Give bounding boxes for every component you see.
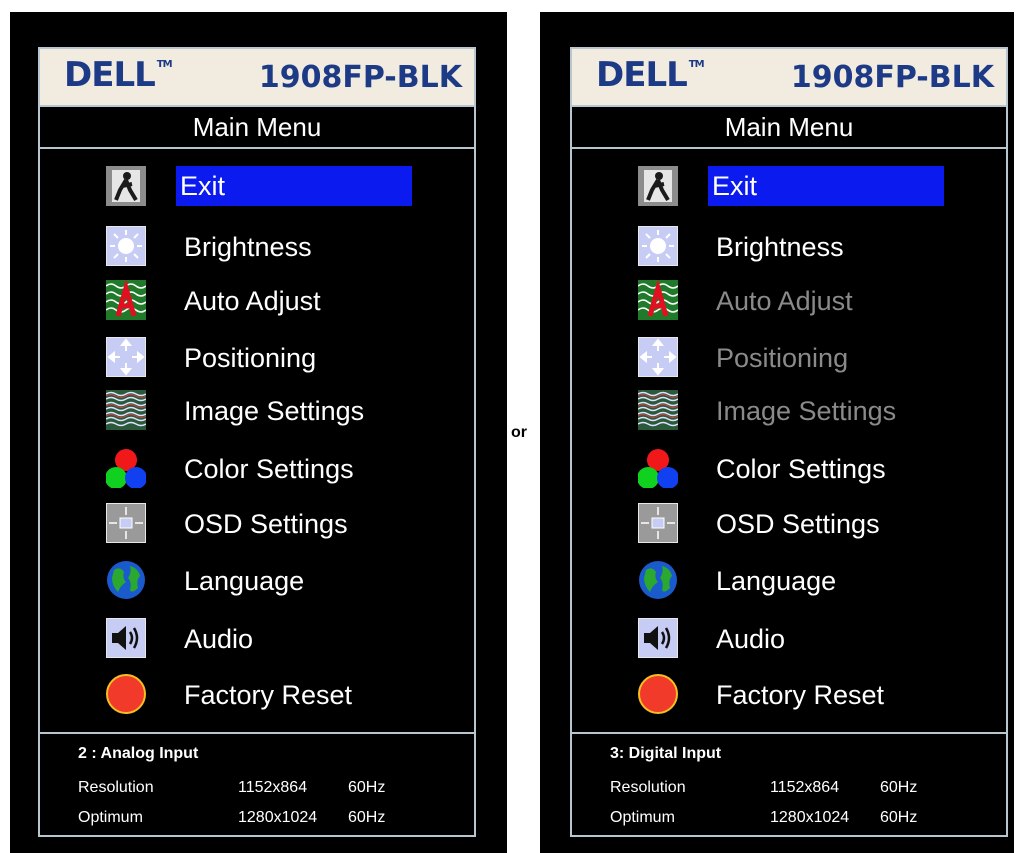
resolution-value: 1152x864	[238, 779, 308, 796]
menu-item-label: Audio	[716, 624, 786, 654]
osd-settings-icon	[106, 503, 146, 543]
input-source-label: 2 : Analog Input	[78, 745, 199, 762]
menu-item-label: Language	[716, 566, 837, 596]
resolution-hz: 60Hz	[880, 779, 918, 796]
menu-item-label: Exit	[176, 166, 412, 206]
menu-item-image-settings[interactable]: Image Settings	[106, 388, 416, 434]
factory-reset-icon	[106, 674, 146, 714]
menu-item-positioning[interactable]: Positioning	[106, 335, 416, 381]
osd-settings-icon	[638, 503, 678, 543]
menu-item-label: OSD Settings	[184, 509, 348, 539]
menu-item-language[interactable]: Language	[638, 558, 948, 604]
menu-item-audio[interactable]: Audio	[106, 616, 416, 662]
menu-item-label: Brightness	[716, 232, 844, 262]
osd-panel-digital: DELL TM 1908FP-BLK Main Menu Exit Brightn…	[540, 12, 1014, 853]
menu-item-color-settings[interactable]: Color Settings	[106, 446, 416, 492]
menu-item-label: Auto Adjust	[184, 286, 321, 316]
menu-item-label: Color Settings	[716, 454, 886, 484]
optimum-label: Optimum	[610, 809, 675, 826]
menu-item-label: Image Settings	[184, 396, 365, 426]
positioning-icon	[638, 337, 678, 377]
image-settings-icon	[638, 390, 678, 430]
exit-icon	[638, 166, 678, 206]
or-separator: or	[511, 424, 527, 441]
menu-item-label: Color Settings	[184, 454, 354, 484]
model-name: 1908FP-BLK	[258, 60, 462, 95]
resolution-row: Resolution 1152x864 60Hz	[78, 779, 385, 797]
optimum-hz: 60Hz	[880, 809, 918, 826]
osd-window: DELL TM 1908FP-BLK Main Menu Exit Brightn…	[38, 47, 476, 837]
resolution-row: Resolution 1152x864 60Hz	[610, 779, 917, 797]
menu-item-label: Image Settings	[716, 396, 897, 426]
input-info: 2 : Analog Input Resolution 1152x864 60H…	[40, 735, 474, 835]
resolution-label: Resolution	[78, 779, 154, 796]
menu-item-positioning: Positioning	[638, 335, 948, 381]
auto-adjust-icon	[106, 280, 146, 320]
menu-item-label: Brightness	[184, 232, 312, 262]
resolution-value: 1152x864	[770, 779, 840, 796]
optimum-row: Optimum 1280x1024 60Hz	[610, 809, 917, 827]
osd-header: DELL TM 1908FP-BLK	[40, 49, 474, 107]
menu-item-audio[interactable]: Audio	[638, 616, 948, 662]
menu-item-color-settings[interactable]: Color Settings	[638, 446, 948, 492]
menu-item-image-settings: Image Settings	[638, 388, 948, 434]
menu-title: Main Menu	[40, 107, 474, 149]
menu-item-exit[interactable]: Exit	[106, 164, 416, 210]
color-settings-icon	[638, 449, 678, 488]
speaker-icon	[106, 618, 146, 658]
auto-adjust-icon	[638, 280, 678, 320]
globe-icon	[639, 561, 677, 599]
resolution-label: Resolution	[610, 779, 686, 796]
menu-item-auto-adjust: Auto Adjust	[638, 278, 948, 324]
brightness-icon	[638, 226, 678, 266]
optimum-row: Optimum 1280x1024 60Hz	[78, 809, 385, 827]
menu-item-label: Factory Reset	[184, 680, 353, 710]
resolution-hz: 60Hz	[348, 779, 386, 796]
color-settings-icon	[106, 449, 146, 488]
menu-item-label: Factory Reset	[716, 680, 885, 710]
positioning-icon	[106, 337, 146, 377]
brightness-icon	[106, 226, 146, 266]
menu-item-exit[interactable]: Exit	[638, 164, 948, 210]
input-source-label: 3: Digital Input	[610, 745, 722, 762]
main-menu: Exit Brightness Auto Adjust Positioning …	[572, 150, 1006, 734]
factory-reset-icon	[638, 674, 678, 714]
dell-logo: DELL TM	[596, 55, 705, 95]
globe-icon	[107, 561, 145, 599]
menu-item-osd-settings[interactable]: OSD Settings	[106, 501, 416, 547]
optimum-hz: 60Hz	[348, 809, 386, 826]
menu-title: Main Menu	[572, 107, 1006, 149]
menu-item-factory-reset[interactable]: Factory Reset	[638, 672, 948, 718]
menu-item-label: Language	[184, 566, 305, 596]
input-info: 3: Digital Input Resolution 1152x864 60H…	[572, 735, 1006, 835]
menu-item-label: Exit	[708, 166, 944, 206]
image-settings-icon	[106, 390, 146, 430]
menu-item-osd-settings[interactable]: OSD Settings	[638, 501, 948, 547]
exit-icon	[106, 166, 146, 206]
menu-item-brightness[interactable]: Brightness	[106, 224, 416, 270]
menu-item-auto-adjust[interactable]: Auto Adjust	[106, 278, 416, 324]
optimum-value: 1280x1024	[770, 809, 850, 826]
osd-header: DELL TM 1908FP-BLK	[572, 49, 1006, 107]
menu-item-label: Audio	[184, 624, 254, 654]
main-menu: Exit Brightness Auto Adjust Positioning …	[40, 150, 474, 734]
speaker-icon	[638, 618, 678, 658]
menu-item-label: Auto Adjust	[716, 286, 853, 316]
menu-item-label: Positioning	[716, 343, 849, 373]
osd-panel-analog: DELL TM 1908FP-BLK Main Menu Exit Brightn…	[10, 12, 507, 853]
menu-item-label: Positioning	[184, 343, 317, 373]
dell-logo: DELL TM	[64, 55, 173, 95]
menu-item-brightness[interactable]: Brightness	[638, 224, 948, 270]
optimum-value: 1280x1024	[238, 809, 318, 826]
menu-item-language[interactable]: Language	[106, 558, 416, 604]
menu-item-factory-reset[interactable]: Factory Reset	[106, 672, 416, 718]
optimum-label: Optimum	[78, 809, 143, 826]
menu-item-label: OSD Settings	[716, 509, 880, 539]
osd-window: DELL TM 1908FP-BLK Main Menu Exit Brightn…	[570, 47, 1008, 837]
model-name: 1908FP-BLK	[790, 60, 994, 95]
